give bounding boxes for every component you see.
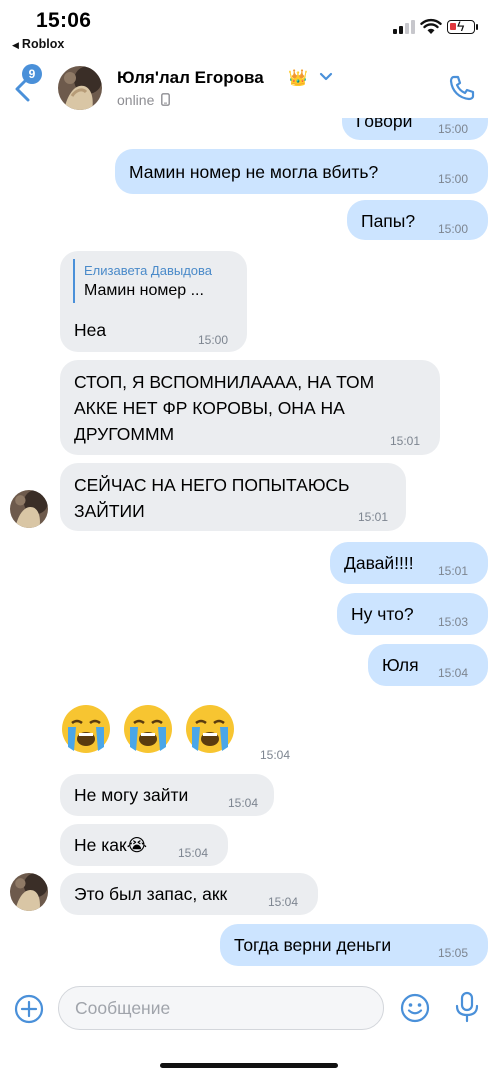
- message-bubble-incoming[interactable]: СЕЙЧАС НА НЕГО ПОПЫТАЮСЬ ЗАЙТИИ 15:01: [60, 463, 406, 531]
- message-bubble-outgoing[interactable]: Тогда верни деньги 15:05: [220, 924, 488, 966]
- chevron-down-icon[interactable]: [319, 72, 333, 82]
- message-text-line: ДРУГОМММ: [74, 424, 175, 444]
- reply-quote-bar: [73, 259, 75, 303]
- message-text: Давай!!!!: [344, 553, 414, 573]
- message-text: Юля: [382, 655, 419, 675]
- message-time: 15:00: [438, 172, 469, 186]
- message-text-line: ЗАЙТИИ: [74, 501, 145, 521]
- message-time: 15:04: [438, 666, 469, 680]
- signal-icon: [393, 20, 415, 34]
- message-bubble-incoming[interactable]: Это был запас, акк 15:04: [60, 873, 318, 915]
- phone-call-icon[interactable]: [448, 74, 476, 102]
- back-triangle-icon: ◀: [12, 40, 19, 50]
- chat-header: 9 Юля'лал Егорова 👑 online: [0, 56, 499, 118]
- back-app-label: Roblox: [21, 37, 65, 51]
- contact-avatar[interactable]: [58, 66, 102, 110]
- wifi-icon: [420, 18, 442, 34]
- message-time: 15:01: [438, 564, 469, 578]
- mobile-device-icon: [161, 93, 171, 106]
- message-time: 15:04: [260, 748, 291, 762]
- message-bubble-incoming[interactable]: СТОП, Я ВСПОМНИЛАААА, НА ТОМ АККЕ НЕТ ФР…: [60, 360, 440, 455]
- message-text: Мамин номер не могла вбить?: [129, 162, 379, 182]
- message-bubble-incoming[interactable]: Не могу зайти 15:04: [60, 774, 274, 816]
- message-text-line: СЕЙЧАС НА НЕГО ПОПЫТАЮСЬ: [74, 475, 350, 495]
- crown-emoji: 👑: [288, 70, 308, 87]
- message-list[interactable]: Говори 15:00 Мамин номер не могла вбить?…: [0, 118, 499, 980]
- message-time: 15:00: [438, 222, 469, 236]
- message-time: 15:03: [438, 615, 469, 629]
- message-text: Не могу зайти: [74, 785, 189, 805]
- message-time: 15:05: [438, 946, 469, 960]
- crying-face-emoji-icon: [124, 705, 172, 753]
- unread-badge: 9: [22, 64, 42, 84]
- message-time: 15:04: [178, 846, 209, 860]
- message-bubble-outgoing[interactable]: Папы? 15:00: [347, 200, 488, 240]
- message-bubble-outgoing[interactable]: Ну что? 15:03: [337, 593, 488, 635]
- emoji-group: [60, 703, 236, 755]
- crying-face-emoji-icon: [62, 705, 110, 753]
- message-time: 15:00: [198, 333, 229, 347]
- message-text: Неа: [74, 320, 107, 340]
- reply-snippet: Мамин номер ...: [84, 282, 204, 299]
- message-input[interactable]: [58, 986, 384, 1030]
- message-text: Это был запас, акк: [74, 884, 228, 904]
- message-bubble-outgoing[interactable]: Мамин номер не могла вбить? 15:00: [115, 149, 488, 194]
- message-time: 15:01: [358, 510, 389, 524]
- message-text-line: СТОП, Я ВСПОМНИЛАААА, НА ТОМ: [74, 372, 375, 392]
- presence-label: online: [117, 92, 155, 108]
- status-bar: 15:06 ◀ Roblox ϟ: [0, 0, 499, 56]
- message-time: 15:04: [268, 895, 299, 909]
- crying-face-emoji-icon: [186, 705, 234, 753]
- message-time: 15:01: [390, 434, 421, 448]
- message-bubble-outgoing[interactable]: Давай!!!! 15:01: [330, 542, 488, 584]
- message-time: 15:00: [438, 122, 469, 136]
- message-text-line: АККЕ НЕТ ФР КОРОВЫ, ОНА НА: [74, 398, 345, 418]
- message-bubble-incoming-reply[interactable]: Елизавета Давыдова Мамин номер ... Неа 1…: [60, 251, 247, 352]
- message-bubble-incoming[interactable]: Не как😭 15:04: [60, 824, 228, 866]
- emoji-smile-icon[interactable]: [400, 993, 430, 1023]
- message-text: Говори: [356, 118, 413, 131]
- message-text: Папы?: [361, 211, 416, 231]
- battery-tip: [476, 24, 478, 30]
- message-bubble-outgoing[interactable]: Юля 15:04: [368, 644, 488, 686]
- battery-icon: ϟ: [447, 18, 475, 34]
- microphone-icon[interactable]: [454, 991, 480, 1023]
- message-bubble-outgoing[interactable]: Говори 15:00: [342, 118, 488, 140]
- sender-avatar[interactable]: [10, 873, 48, 911]
- presence-status: online: [117, 92, 171, 108]
- message-text: Не как😭: [74, 835, 148, 855]
- home-indicator[interactable]: [160, 1063, 338, 1068]
- attach-plus-icon[interactable]: [14, 994, 44, 1024]
- sender-avatar[interactable]: [10, 490, 48, 528]
- message-time: 15:04: [228, 796, 259, 810]
- contact-name[interactable]: Юля'лал Егорова: [117, 68, 264, 88]
- back-to-app-link[interactable]: ◀ Roblox: [12, 37, 64, 51]
- message-text: Ну что?: [351, 604, 414, 624]
- message-text: Тогда верни деньги: [234, 935, 392, 955]
- clock: 15:06: [36, 9, 92, 32]
